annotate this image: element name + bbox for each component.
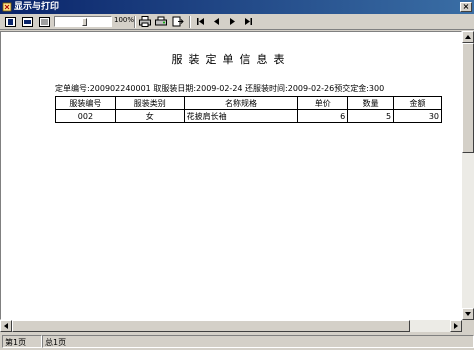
- toolbar: 100%: [0, 14, 474, 30]
- order-info: 定单编号:200902240001 取服装日期:2009-02-24 还服装时间…: [55, 84, 385, 93]
- fit-page-icon[interactable]: [4, 16, 16, 27]
- order-table: 服装编号 服装类别 名称规格 单价 数量 金额 002 女 花披肩长袖 6 5 …: [55, 96, 442, 123]
- column-header: 单价: [297, 96, 349, 110]
- report-preview: [0, 31, 462, 320]
- actual-size-icon[interactable]: [38, 16, 50, 27]
- zoom-slider-thumb[interactable]: [82, 18, 87, 26]
- scroll-down-button[interactable]: [462, 308, 474, 320]
- table-row: 002 女 花披肩长袖 6 5 30: [55, 109, 442, 123]
- prev-page-icon[interactable]: [210, 16, 222, 27]
- page-total: 总1页: [42, 335, 474, 348]
- table-cell: 5: [347, 109, 395, 123]
- app-icon: [2, 2, 12, 12]
- arrow-left-icon: [4, 323, 8, 329]
- fit-width-icon[interactable]: [21, 16, 33, 27]
- zoom-label: 100%: [114, 16, 135, 24]
- scrollbar-corner: [462, 320, 474, 332]
- table-cell: 花披肩长袖: [183, 109, 299, 123]
- table-cell: 30: [393, 109, 442, 123]
- column-header: 服装类别: [114, 96, 185, 110]
- first-page-icon[interactable]: [194, 16, 206, 27]
- horizontal-scroll-thumb[interactable]: [12, 320, 410, 332]
- arrow-right-icon: [454, 323, 458, 329]
- column-header: 名称规格: [183, 96, 299, 110]
- page-indicator: 第1页: [2, 335, 42, 348]
- status-bar: 第1页 总1页: [0, 333, 474, 350]
- window-title: 显示与打印: [14, 2, 60, 12]
- scroll-right-button[interactable]: [450, 320, 462, 332]
- column-header: 服装编号: [55, 96, 116, 110]
- report-title: 服装定单信息表: [171, 53, 291, 66]
- zoom-slider[interactable]: [54, 16, 112, 27]
- export-icon[interactable]: [172, 16, 184, 27]
- title-bar: 显示与打印 ×: [0, 0, 474, 14]
- column-header: 金额: [393, 96, 442, 110]
- vertical-scrollbar[interactable]: [462, 31, 474, 320]
- column-header: 数量: [347, 96, 395, 110]
- close-button[interactable]: ×: [460, 2, 472, 12]
- table-header-row: 服装编号 服装类别 名称规格 单价 数量 金额: [55, 96, 442, 110]
- arrow-down-icon: [465, 312, 471, 316]
- print-setup-icon[interactable]: [155, 16, 167, 27]
- arrow-up-icon: [465, 35, 471, 39]
- print-icon[interactable]: [139, 16, 151, 27]
- vertical-scroll-thumb[interactable]: [462, 43, 474, 153]
- toolbar-separator: [189, 16, 191, 28]
- next-page-icon[interactable]: [226, 16, 238, 27]
- table-cell: 002: [55, 109, 116, 123]
- last-page-icon[interactable]: [242, 16, 254, 27]
- toolbar-separator: [134, 16, 136, 28]
- table-cell: 6: [297, 109, 349, 123]
- horizontal-scrollbar[interactable]: [0, 320, 462, 332]
- scroll-up-button[interactable]: [462, 31, 474, 43]
- table-cell: 女: [114, 109, 185, 123]
- scroll-left-button[interactable]: [0, 320, 12, 332]
